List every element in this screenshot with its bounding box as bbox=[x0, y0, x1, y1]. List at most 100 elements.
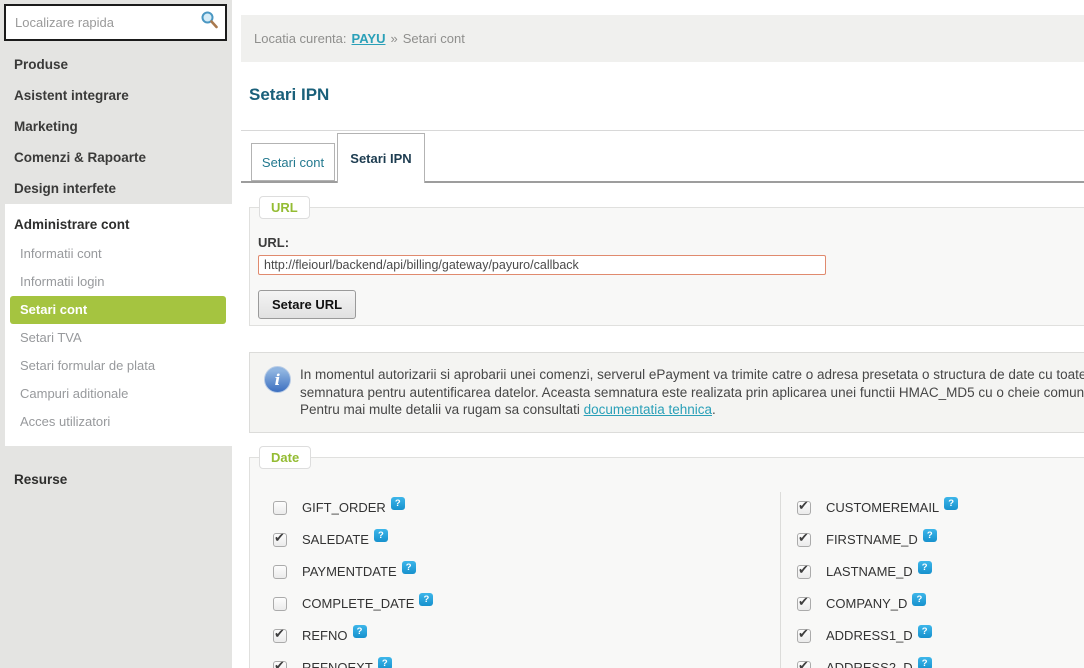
tab-setari-ipn[interactable]: Setari IPN bbox=[337, 133, 425, 183]
check-icon: ✔ bbox=[798, 498, 809, 514]
tab-bar: Setari cont Setari IPN bbox=[241, 131, 1084, 183]
date-section-legend: Date bbox=[259, 446, 311, 469]
checkbox-row: ✔ FIRSTNAME_D ? bbox=[797, 524, 1084, 556]
check-icon: ✔ bbox=[798, 594, 809, 610]
url-input[interactable] bbox=[258, 255, 826, 275]
help-icon[interactable]: ? bbox=[944, 497, 958, 510]
breadcrumb-prefix: Locatia curenta: bbox=[254, 31, 347, 46]
page-title: Setari IPN bbox=[249, 85, 1084, 105]
url-field-label: URL: bbox=[258, 235, 1084, 250]
sidebar-item-marketing[interactable]: Marketing bbox=[0, 111, 232, 142]
checkbox-label: REFNO bbox=[302, 628, 348, 643]
help-icon[interactable]: ? bbox=[918, 625, 932, 638]
checkbox-customeremail[interactable]: ✔ bbox=[797, 501, 811, 515]
checkbox-lastname-d[interactable]: ✔ bbox=[797, 565, 811, 579]
sidebar-item-setari-cont[interactable]: Setari cont bbox=[10, 296, 226, 324]
check-icon: ✔ bbox=[798, 658, 809, 668]
help-icon[interactable]: ? bbox=[402, 561, 416, 574]
sidebar-menu: Produse Asistent integrare Marketing Com… bbox=[0, 0, 232, 487]
help-icon[interactable]: ? bbox=[391, 497, 405, 510]
sidebar-section-administrare-cont: Administrare cont Informatii cont Inform… bbox=[5, 204, 232, 446]
check-icon: ✔ bbox=[798, 530, 809, 546]
help-icon[interactable]: ? bbox=[353, 625, 367, 638]
checkbox-label: SALEDATE bbox=[302, 532, 369, 547]
help-icon[interactable]: ? bbox=[923, 529, 937, 542]
sidebar: Produse Asistent integrare Marketing Com… bbox=[0, 0, 232, 668]
check-icon: ✔ bbox=[274, 530, 285, 546]
date-column-left: ✔ GIFT_ORDER ? ✔ SALEDATE ? ✔ PAYMENTDAT… bbox=[250, 492, 780, 668]
checkbox-row: ✔ COMPLETE_DATE ? bbox=[273, 588, 780, 620]
checkbox-label: CUSTOMEREMAIL bbox=[826, 500, 939, 515]
help-icon[interactable]: ? bbox=[918, 561, 932, 574]
info-line-punct: . bbox=[712, 402, 716, 417]
sidebar-item-produse[interactable]: Produse bbox=[0, 49, 232, 80]
checkbox-row: ✔ COMPANY_D ? bbox=[797, 588, 1084, 620]
app-root: Produse Asistent integrare Marketing Com… bbox=[0, 0, 1084, 668]
checkbox-row: ✔ REFNO ? bbox=[273, 620, 780, 652]
checkbox-row: ✔ REFNOEXT ? bbox=[273, 652, 780, 668]
info-icon: i bbox=[264, 366, 291, 393]
sidebar-item-comenzi-rapoarte[interactable]: Comenzi & Rapoarte bbox=[0, 142, 232, 173]
info-box: i In momentul autorizarii si aprobarii u… bbox=[249, 352, 1084, 433]
help-icon[interactable]: ? bbox=[419, 593, 433, 606]
checkbox-address1-d[interactable]: ✔ bbox=[797, 629, 811, 643]
breadcrumb-current: Setari cont bbox=[403, 31, 465, 46]
main-content: Locatia curenta: PAYU » Setari cont Seta… bbox=[232, 0, 1084, 668]
breadcrumb-separator: » bbox=[390, 31, 397, 46]
help-icon[interactable]: ? bbox=[374, 529, 388, 542]
checkbox-row: ✔ PAYMENTDATE ? bbox=[273, 556, 780, 588]
sidebar-item-setari-tva[interactable]: Setari TVA bbox=[5, 324, 232, 352]
checkbox-gift-order[interactable]: ✔ bbox=[273, 501, 287, 515]
checkbox-row: ✔ ADDRESS2_D ? bbox=[797, 652, 1084, 668]
checkbox-label: ADDRESS1_D bbox=[826, 628, 913, 643]
info-line: semnatura pentru autentificarea datelor.… bbox=[300, 384, 1084, 402]
sidebar-item-design-interfete[interactable]: Design interfete bbox=[0, 173, 232, 204]
checkbox-label: REFNOEXT bbox=[302, 660, 373, 668]
search-input[interactable] bbox=[6, 15, 199, 30]
checkbox-label: COMPLETE_DATE bbox=[302, 596, 414, 611]
help-icon[interactable]: ? bbox=[918, 657, 932, 668]
check-icon: ✔ bbox=[798, 562, 809, 578]
checkbox-label: GIFT_ORDER bbox=[302, 500, 386, 515]
url-section: URL URL: Setare URL bbox=[249, 207, 1084, 326]
checkbox-firstname-d[interactable]: ✔ bbox=[797, 533, 811, 547]
documentatia-tehnica-link[interactable]: documentatia tehnica bbox=[584, 402, 712, 417]
info-text: In momentul autorizarii si aprobarii une… bbox=[300, 366, 1084, 419]
url-section-legend: URL bbox=[259, 196, 310, 219]
sidebar-item-acces-utilizatori[interactable]: Acces utilizatori bbox=[5, 408, 232, 436]
checkbox-refnoext[interactable]: ✔ bbox=[273, 661, 287, 668]
help-icon[interactable]: ? bbox=[378, 657, 392, 668]
checkbox-row: ✔ SALEDATE ? bbox=[273, 524, 780, 556]
checkbox-row: ✔ LASTNAME_D ? bbox=[797, 556, 1084, 588]
sidebar-item-administrare-cont[interactable]: Administrare cont bbox=[5, 210, 232, 240]
sidebar-item-campuri-aditionale[interactable]: Campuri aditionale bbox=[5, 380, 232, 408]
checkbox-label: COMPANY_D bbox=[826, 596, 907, 611]
checkbox-saledate[interactable]: ✔ bbox=[273, 533, 287, 547]
check-icon: ✔ bbox=[798, 626, 809, 642]
sidebar-item-setari-formular-de-plata[interactable]: Setari formular de plata bbox=[5, 352, 232, 380]
search-icon[interactable] bbox=[199, 10, 219, 35]
sidebar-item-asistent-integrare[interactable]: Asistent integrare bbox=[0, 80, 232, 111]
checkbox-complete-date[interactable]: ✔ bbox=[273, 597, 287, 611]
checkbox-address2-d[interactable]: ✔ bbox=[797, 661, 811, 668]
info-line-text: Pentru mai multe detalii va rugam sa con… bbox=[300, 402, 580, 417]
quick-search-box bbox=[4, 4, 227, 41]
sidebar-item-resurse[interactable]: Resurse bbox=[14, 472, 232, 487]
tab-setari-cont[interactable]: Setari cont bbox=[251, 143, 335, 181]
setare-url-button[interactable]: Setare URL bbox=[258, 290, 356, 319]
checkbox-label: LASTNAME_D bbox=[826, 564, 913, 579]
breadcrumb-link-payu[interactable]: PAYU bbox=[352, 31, 386, 46]
checkbox-label: ADDRESS2_D bbox=[826, 660, 913, 668]
checkbox-label: PAYMENTDATE bbox=[302, 564, 397, 579]
date-section: Date ✔ GIFT_ORDER ? ✔ SALEDATE ? bbox=[249, 457, 1084, 668]
check-icon: ✔ bbox=[274, 658, 285, 668]
sidebar-item-informatii-cont[interactable]: Informatii cont bbox=[5, 240, 232, 268]
breadcrumb: Locatia curenta: PAYU » Setari cont bbox=[241, 15, 1084, 62]
info-line: Pentru mai multe detalii va rugam sa con… bbox=[300, 401, 1084, 419]
checkbox-company-d[interactable]: ✔ bbox=[797, 597, 811, 611]
checkbox-paymentdate[interactable]: ✔ bbox=[273, 565, 287, 579]
checkbox-refno[interactable]: ✔ bbox=[273, 629, 287, 643]
help-icon[interactable]: ? bbox=[912, 593, 926, 606]
sidebar-item-informatii-login[interactable]: Informatii login bbox=[5, 268, 232, 296]
check-icon: ✔ bbox=[274, 626, 285, 642]
